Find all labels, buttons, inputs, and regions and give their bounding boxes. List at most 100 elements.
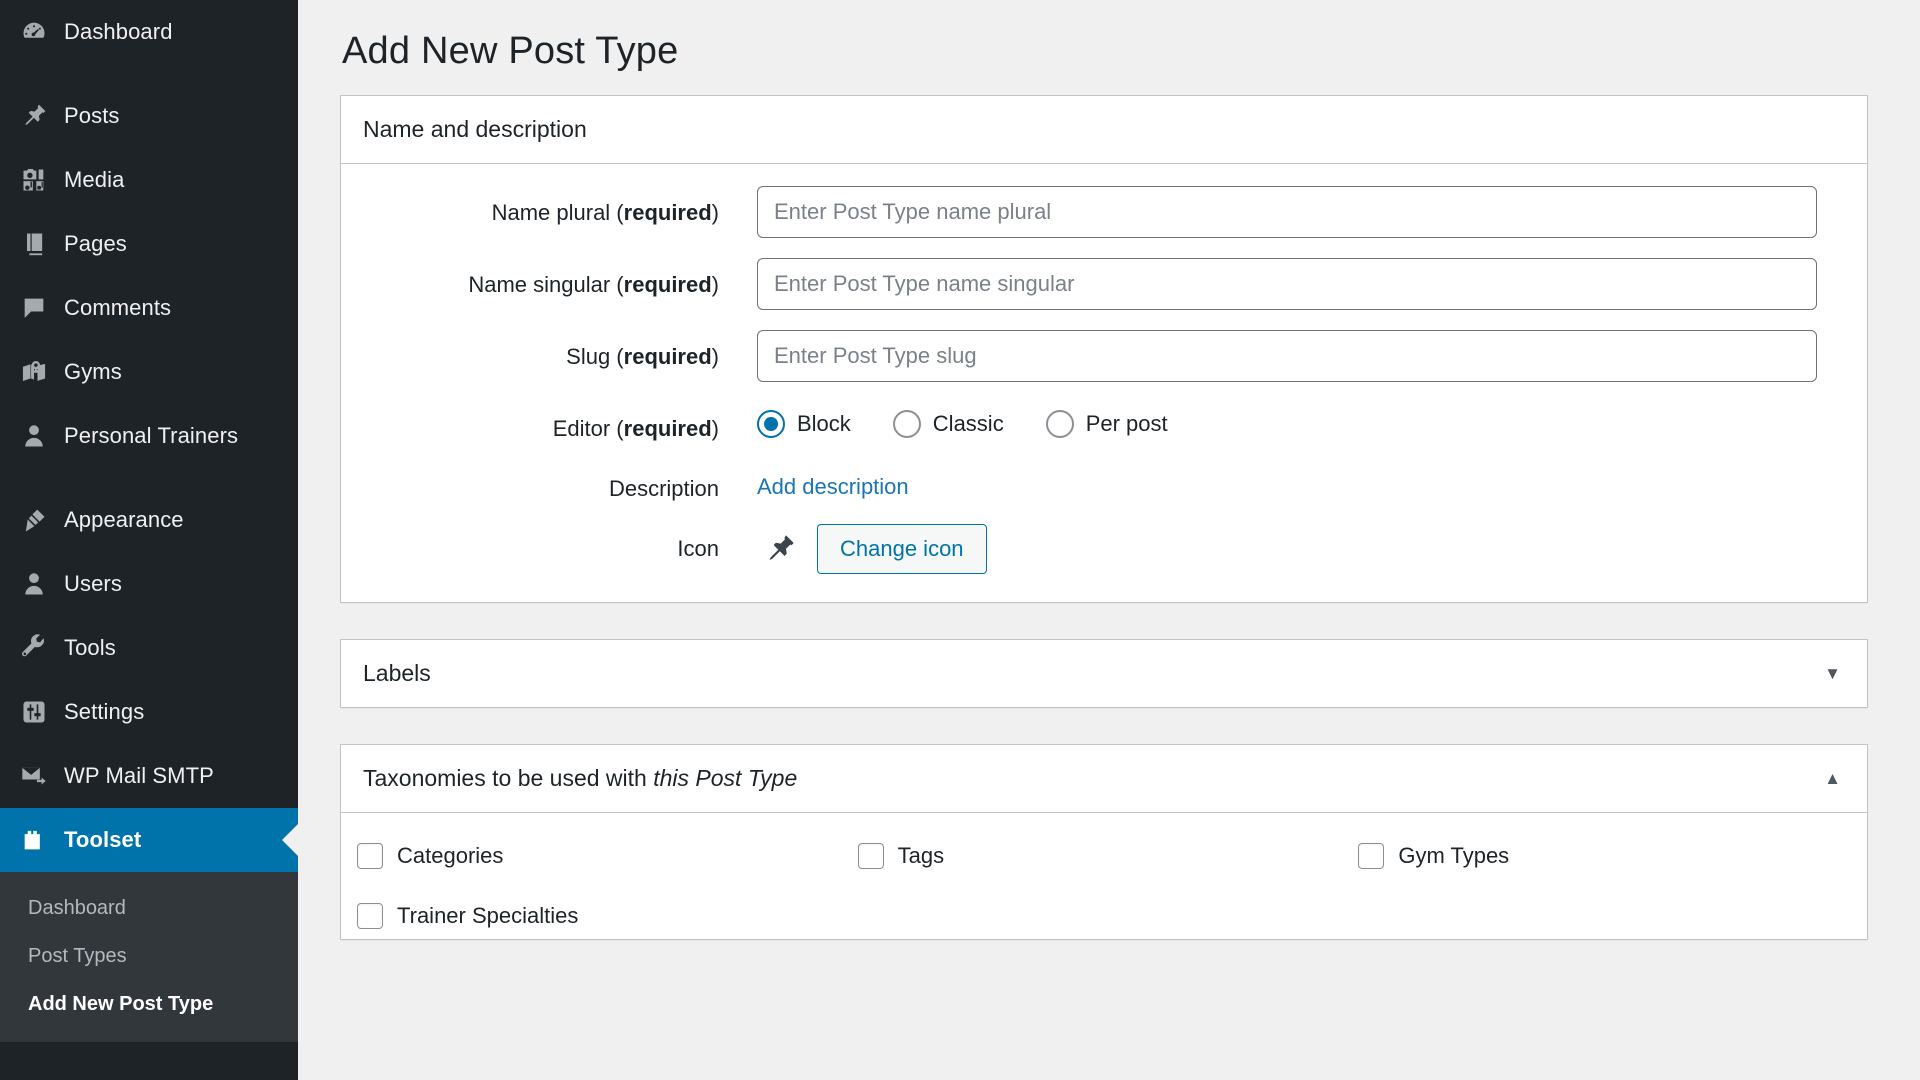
name-and-description-panel: Name and description Name plural (requir… [340,95,1868,604]
sidebar-item-pages[interactable]: Pages [0,212,298,276]
sidebar-item-label: Gyms [64,359,122,384]
taxonomy-checkbox-trainer-specialties[interactable]: Trainer Specialties [357,903,858,930]
taxonomies-panel-header[interactable]: Taxonomies to be used with this Post Typ… [341,745,1867,814]
sidebar-item-toolset[interactable]: Toolset [0,808,298,872]
add-description-link[interactable]: Add description [757,462,909,500]
sidebar-item-comments[interactable]: Comments [0,276,298,340]
taxonomies-panel: Taxonomies to be used with this Post Typ… [340,744,1868,941]
user-icon [14,564,54,604]
admin-screen: Dashboard Posts Media Pages Comments Gym… [0,0,1920,1080]
field-row-description: Description Add description [367,462,1841,502]
pages-icon [14,224,54,264]
field-label-name-singular: Name singular (required) [468,272,719,297]
field-row-editor: Editor (required) Block Classic Per post [367,402,1841,442]
field-label-slug: Slug (required) [566,344,719,369]
icon-control-row: Change icon [757,522,1841,575]
sidebar-item-posts[interactable]: Posts [0,84,298,148]
checkbox-indicator [357,843,383,870]
taxonomy-checkbox-tags[interactable]: Tags [857,843,1359,870]
editor-radio-block[interactable]: Block [757,410,851,438]
taxonomy-checkbox-gym-types[interactable]: Gym Types [1358,843,1859,870]
map-marker-book-icon [14,352,54,392]
submenu-item-add-new-post-type[interactable]: Add New Post Type [0,980,298,1028]
change-icon-button[interactable]: Change icon [817,524,987,575]
sidebar-item-personal-trainers[interactable]: Personal Trainers [0,404,298,468]
sidebar-item-label: Tools [64,635,116,660]
chevron-up-icon[interactable]: ▲ [1824,770,1841,787]
sidebar-item-label: Personal Trainers [64,423,239,448]
radio-label: Block [797,411,851,436]
chevron-down-icon[interactable]: ▼ [1824,665,1841,682]
email-arrow-icon [14,756,54,796]
sidebar-item-label: Posts [64,103,120,128]
radio-label: Per post [1085,411,1168,436]
field-row-name-plural: Name plural (required) [367,186,1841,238]
field-label-icon: Icon [677,536,719,561]
sidebar-item-users[interactable]: Users [0,552,298,616]
panel-header: Name and description [341,96,1867,164]
checkbox-indicator [357,903,383,930]
media-camera-note-icon [14,160,54,200]
field-row-name-singular: Name singular (required) [367,258,1841,310]
pin-icon [757,532,803,566]
pin-icon [14,96,54,136]
field-row-slug: Slug (required) [367,330,1841,382]
panel-title: Taxonomies to be used with this Post Typ… [363,765,798,792]
labels-panel: Labels ▼ [340,639,1868,709]
checkbox-indicator [857,843,884,870]
toolset-submenu: Dashboard Post Types Add New Post Type [0,872,298,1042]
field-label-description: Description [608,476,719,501]
sidebar-item-dashboard[interactable]: Dashboard [0,0,298,64]
sidebar-item-label: Comments [64,295,172,320]
taxonomies-checkbox-grid: Categories Tags Gym Types Trainer Specia… [341,813,1867,939]
radio-indicator [757,410,785,438]
sidebar-item-appearance[interactable]: Appearance [0,488,298,552]
sidebar-item-label: Pages [64,231,127,256]
panel-body: Name plural (required) Name singular (re… [341,164,1867,602]
admin-sidebar: Dashboard Posts Media Pages Comments Gym… [0,0,298,1080]
radio-indicator [892,410,921,438]
submenu-item-dashboard[interactable]: Dashboard [0,884,298,932]
sidebar-item-wp-mail-smtp[interactable]: WP Mail SMTP [0,744,298,808]
editor-radio-classic[interactable]: Classic [892,410,1004,438]
editor-radio-group: Block Classic Per post [757,402,1841,438]
sidebar-item-tools[interactable]: Tools [0,616,298,680]
name-singular-input[interactable] [757,258,1817,310]
main-content: Add New Post Type Name and description N… [298,0,1920,1080]
comment-bubble-icon [14,288,54,328]
radio-label: Classic [932,411,1004,436]
taxonomy-label: Gym Types [1398,843,1510,869]
sidebar-item-label: Appearance [64,507,184,532]
sidebar-item-label: Dashboard [64,19,173,44]
checkbox-indicator [1358,843,1385,870]
sidebar-item-gyms[interactable]: Gyms [0,340,298,404]
field-label-name-plural: Name plural (required) [491,200,719,225]
submenu-item-post-types[interactable]: Post Types [0,932,298,980]
sidebar-item-label: WP Mail SMTP [64,763,214,788]
field-label-editor: Editor (required) [552,416,719,441]
panel-title: Name and description [363,116,587,142]
taxonomy-label: Tags [897,843,945,869]
sidebar-item-label: Settings [64,699,145,724]
dashboard-gauge-icon [14,12,54,52]
sidebar-item-label: Toolset [64,827,142,852]
field-row-icon: Icon Change icon [367,522,1841,575]
name-plural-input[interactable] [757,186,1817,238]
paintbrush-icon [14,500,54,540]
toolset-block-icon [14,820,54,860]
radio-indicator [1045,410,1074,438]
user-icon [14,416,54,456]
wrench-icon [14,628,54,668]
page-title: Add New Post Type [342,30,679,72]
sliders-icon [14,692,54,732]
taxonomy-checkbox-categories[interactable]: Categories [357,843,858,870]
sidebar-item-label: Users [64,571,122,596]
sidebar-item-settings[interactable]: Settings [0,680,298,744]
sidebar-item-media[interactable]: Media [0,148,298,212]
labels-panel-header[interactable]: Labels ▼ [341,640,1867,707]
editor-radio-per-post[interactable]: Per post [1045,410,1168,438]
panel-title: Labels [363,660,431,687]
taxonomy-label: Categories [397,843,504,869]
slug-input[interactable] [757,330,1817,382]
sidebar-item-label: Media [64,167,125,192]
